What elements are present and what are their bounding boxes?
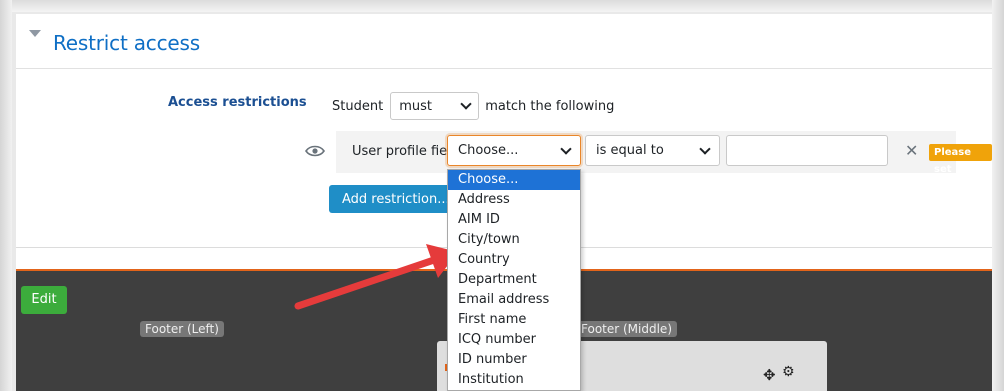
must-select[interactable]: must <box>390 92 480 120</box>
edit-button[interactable]: Edit <box>21 286 67 314</box>
operator-select[interactable]: is equal to <box>585 135 720 166</box>
condition-value-input[interactable] <box>726 135 888 166</box>
footer-middle-label: Footer (Middle) <box>576 321 677 337</box>
annotation-arrow <box>294 244 458 310</box>
profile-field-dropdown-list[interactable]: Choose... Address AIM ID City/town Country De… <box>447 169 581 391</box>
access-restrictions-label: Access restrictions <box>168 95 307 110</box>
dropdown-option[interactable]: Email address <box>448 290 580 310</box>
move-icon[interactable]: ✥ <box>763 366 776 384</box>
eye-icon[interactable] <box>305 144 325 158</box>
close-icon[interactable]: ✕ <box>905 143 918 159</box>
dropdown-option[interactable]: ICQ number <box>448 330 580 350</box>
section-title[interactable]: Restrict access <box>53 31 200 55</box>
condition-type-label: User profile field <box>352 144 460 159</box>
dropdown-option[interactable]: Department <box>448 270 580 290</box>
match-label: match the following <box>485 98 615 114</box>
dropdown-option[interactable]: First name <box>448 310 580 330</box>
please-set-badge: Please set <box>929 144 992 175</box>
dropdown-option[interactable]: ID number <box>448 350 580 370</box>
chevron-down-icon <box>699 142 711 155</box>
student-label: Student <box>332 98 384 114</box>
profile-field-select-value: Choose... <box>458 143 519 158</box>
dropdown-option[interactable]: Address <box>448 190 580 210</box>
operator-select-value: is equal to <box>596 143 664 158</box>
dropdown-option[interactable]: City/town <box>448 230 580 250</box>
frame-left <box>0 0 12 391</box>
dropdown-option[interactable]: AIM ID <box>448 210 580 230</box>
add-restriction-button[interactable]: Add restriction... <box>329 185 459 213</box>
profile-field-select[interactable]: Choose... <box>447 135 581 166</box>
collapse-caret-icon[interactable] <box>29 30 41 37</box>
frame-right <box>992 0 1004 391</box>
frame-top <box>0 0 1004 12</box>
chevron-down-icon <box>560 142 572 155</box>
settings-page: Restrict access Access restrictions Stud… <box>16 14 992 391</box>
gear-icon[interactable]: ⚙ <box>782 364 795 380</box>
dropdown-option[interactable]: Country <box>448 250 580 270</box>
must-select-value: must <box>399 98 432 114</box>
footer-left-label: Footer (Left) <box>140 321 224 337</box>
section-header[interactable]: Restrict access <box>16 14 992 69</box>
chevron-down-icon <box>460 98 472 110</box>
dropdown-option[interactable]: Institution <box>448 370 580 390</box>
dropdown-option[interactable]: Choose... <box>448 170 580 190</box>
student-match-row: Student must match the following <box>332 91 614 121</box>
